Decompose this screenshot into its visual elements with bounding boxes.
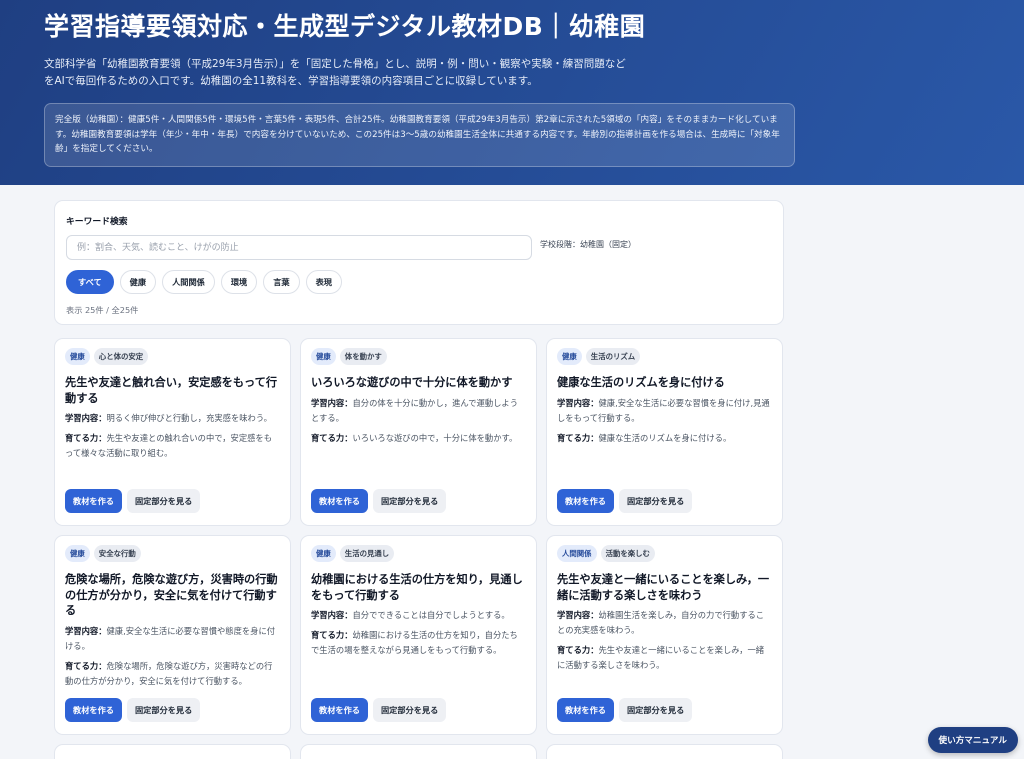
search-panel: キーワード検索 学校段階：幼稚園（固定） すべて 健康 人間関係 環境 言葉 表… xyxy=(54,200,784,325)
filter-chip-language[interactable]: 言葉 xyxy=(263,270,300,294)
card-title: 先生や友達と一緒にいることを楽しみ，一緒に活動する楽しさを味わう xyxy=(557,573,770,602)
area-tag: 健康 xyxy=(65,348,90,365)
content-card xyxy=(546,744,783,759)
content-card: 健康 生活のリズム 健康な生活のリズムを身に付ける 学習内容：健康,安全な生活に… xyxy=(546,338,783,526)
card-title: 幼稚園における生活の仕方を知り，見通しをもって行動する xyxy=(311,573,523,602)
topic-tag: 生活の見通し xyxy=(339,545,395,562)
description-line-1: 文部科学省「幼稚園教育要領（平成29年3月告示）」を「固定した骨格」とし、説明・… xyxy=(44,58,626,70)
area-tag: 健康 xyxy=(311,545,336,562)
skill-to-develop: 育てる力：健康な生活のリズムを身に付ける。 xyxy=(557,432,732,443)
filter-chip-relationships[interactable]: 人間関係 xyxy=(162,270,215,294)
content-card xyxy=(300,744,537,759)
view-fixed-part-button[interactable]: 固定部分を見る xyxy=(618,698,693,722)
create-material-button[interactable]: 教材を作る xyxy=(311,489,368,513)
view-fixed-part-button[interactable]: 固定部分を見る xyxy=(372,698,447,722)
create-material-button[interactable]: 教材を作る xyxy=(311,698,368,722)
learning-content: 学習内容：健康,安全な生活に必要な習慣や態度を身に付ける。 xyxy=(65,625,276,651)
coverage-notice: 完全版（幼稚園）：健康5件・人間関係5件・環境5件・言葉5件・表現5件、合計25… xyxy=(44,103,795,167)
card-title: いろいろな遊びの中で十分に体を動かす xyxy=(311,376,513,389)
learning-content: 学習内容：自分の体を十分に動かし，進んで運動しようとする。 xyxy=(311,397,519,423)
learning-content: 学習内容：自分でできることは自分でしようとする。 xyxy=(311,610,510,620)
skill-to-develop: 育てる力：先生や友達と一緒にいることを楽しみ，一緒に活動する楽しさを味わう。 xyxy=(557,645,765,670)
content-card: 健康 心と体の安定 先生や友達と触れ合い，安定感をもって行動する 学習内容：明る… xyxy=(54,338,291,526)
description-line-2: をAIで毎回作るための入口です。幼稚園の全11教科を、学習指導要領の内容項目ごと… xyxy=(44,75,538,87)
page-title: 学習指導要領対応・生成型デジタル教材DB｜幼稚園 xyxy=(44,12,646,41)
view-fixed-part-button[interactable]: 固定部分を見る xyxy=(618,489,693,513)
content-card: 健康 体を動かす いろいろな遊びの中で十分に体を動かす 学習内容：自分の体を十分… xyxy=(300,338,537,526)
filter-chip-expression[interactable]: 表現 xyxy=(305,270,342,294)
topic-tag: 安全な行動 xyxy=(93,545,141,562)
content-card-grid: 健康 心と体の安定 先生や友達と触れ合い，安定感をもって行動する 学習内容：明る… xyxy=(54,338,784,759)
topic-tag: 体を動かす xyxy=(339,348,387,365)
page-header: 学習指導要領対応・生成型デジタル教材DB｜幼稚園 文部科学省「幼稚園教育要領（平… xyxy=(0,0,1024,185)
content-card: 健康 安全な行動 危険な場所，危険な遊び方，災害時の行動の仕方が分かり，安全に気… xyxy=(54,535,291,735)
skill-to-develop: 育てる力：危険な場所，危険な遊び方，災害時などの行動の仕方が分かり，安全に気を付… xyxy=(65,660,273,686)
content-card: 健康 生活の見通し 幼稚園における生活の仕方を知り，見通しをもって行動する 学習… xyxy=(300,535,537,735)
card-title: 危険な場所，危険な遊び方，災害時の行動の仕方が分かり，安全に気を付けて行動する xyxy=(65,573,278,617)
view-fixed-part-button[interactable]: 固定部分を見る xyxy=(126,698,201,722)
learning-content: 学習内容：明るく伸び伸びと行動し，充実感を味わう。 xyxy=(65,413,272,423)
search-label: キーワード検索 xyxy=(66,217,128,227)
view-fixed-part-button[interactable]: 固定部分を見る xyxy=(372,489,447,513)
area-filter-chips: すべて 健康 人間関係 環境 言葉 表現 xyxy=(66,270,772,294)
skill-to-develop: 育てる力：先生や友達との触れ合いの中で，安定感をもって様々な活動に取り組む。 xyxy=(65,433,273,458)
filter-chip-all[interactable]: すべて xyxy=(66,270,114,294)
learning-content: 学習内容：幼稚園生活を楽しみ，自分の力で行動することの充実感を味わう。 xyxy=(557,610,765,635)
learning-content: 学習内容：健康,安全な生活に必要な習慣を身に付け,見通しをもって行動する。 xyxy=(557,397,770,423)
card-title: 先生や友達と触れ合い，安定感をもって行動する xyxy=(65,376,278,405)
area-tag: 健康 xyxy=(311,348,336,365)
area-tag: 人間関係 xyxy=(557,545,597,562)
topic-tag: 心と体の安定 xyxy=(93,348,149,365)
filter-chip-environment[interactable]: 環境 xyxy=(220,270,258,294)
card-title: 健康な生活のリズムを身に付ける xyxy=(557,376,725,389)
user-manual-button[interactable]: 使い方マニュアル xyxy=(927,727,1018,753)
create-material-button[interactable]: 教材を作る xyxy=(65,698,122,722)
skill-to-develop: 育てる力：いろいろな遊びの中で，十分に体を動かす。 xyxy=(311,432,518,443)
topic-tag: 活動を楽しむ xyxy=(600,545,655,562)
page-description: 文部科学省「幼稚園教育要領（平成29年3月告示）」を「固定した骨格」とし、説明・… xyxy=(44,56,644,90)
content-card xyxy=(54,744,291,759)
topic-tag: 生活のリズム xyxy=(585,348,641,365)
view-fixed-part-button[interactable]: 固定部分を見る xyxy=(126,489,201,513)
school-stage-label: 学校段階：幼稚園（固定） xyxy=(540,240,636,249)
filter-chip-health[interactable]: 健康 xyxy=(119,270,157,294)
content-card: 人間関係 活動を楽しむ 先生や友達と一緒にいることを楽しみ，一緒に活動する楽しさ… xyxy=(546,535,783,735)
create-material-button[interactable]: 教材を作る xyxy=(65,489,122,513)
area-tag: 健康 xyxy=(557,348,582,365)
create-material-button[interactable]: 教材を作る xyxy=(557,698,614,722)
result-count: 表示 25件 / 全25件 xyxy=(66,305,139,315)
skill-to-develop: 育てる力：幼稚園における生活の仕方を知り，自分たちで生活の場を整えながら見通しを… xyxy=(311,630,518,655)
create-material-button[interactable]: 教材を作る xyxy=(557,489,614,513)
area-tag: 健康 xyxy=(65,545,90,562)
keyword-search-input[interactable] xyxy=(66,235,532,260)
